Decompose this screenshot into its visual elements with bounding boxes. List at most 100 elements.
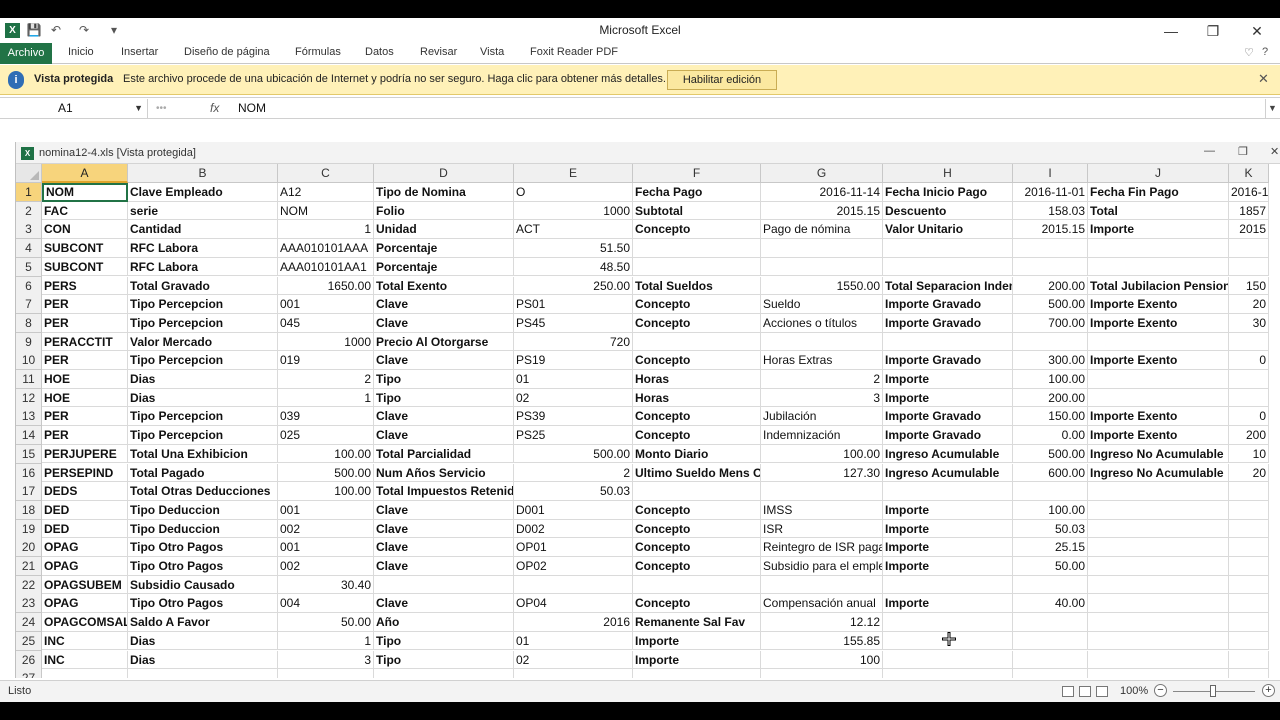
cell-k23[interactable] xyxy=(1229,594,1269,614)
close-icon[interactable]: ✕ xyxy=(1258,71,1269,87)
cell-j21[interactable] xyxy=(1088,557,1229,576)
cell-j8[interactable]: Importe Exento xyxy=(1088,313,1229,333)
cell-i10[interactable]: 300.00 xyxy=(1013,351,1088,370)
cell-a2[interactable]: FAC xyxy=(42,201,128,221)
cell-j3[interactable]: Importe xyxy=(1088,220,1229,240)
cell-a7[interactable]: PER xyxy=(42,295,128,314)
cell-d27[interactable] xyxy=(374,669,514,678)
cell-c6[interactable]: 1650.00 xyxy=(278,276,374,296)
cell-e18[interactable]: D001 xyxy=(514,500,633,520)
cell-c21[interactable]: 002 xyxy=(278,557,374,576)
cell-i18[interactable]: 100.00 xyxy=(1013,500,1088,520)
cell-k13[interactable]: 0 xyxy=(1229,407,1269,427)
close-icon[interactable]: ✕ xyxy=(1242,21,1272,41)
cell-k3[interactable]: 2015 xyxy=(1229,220,1269,240)
cell-d18[interactable]: Clave xyxy=(374,500,514,520)
cell-e27[interactable] xyxy=(514,669,633,678)
cell-a5[interactable]: SUBCONT xyxy=(42,257,128,277)
cell-e22[interactable] xyxy=(514,575,633,595)
fx-icon[interactable]: fx xyxy=(210,99,219,118)
cell-f23[interactable]: Concepto xyxy=(633,594,761,614)
help-icon[interactable]: ? xyxy=(1262,46,1268,58)
cell-k9[interactable] xyxy=(1229,332,1269,352)
cell-f15[interactable]: Monto Diario xyxy=(633,444,761,464)
cell-b4[interactable]: RFC Labora xyxy=(128,239,278,258)
cell-c5[interactable]: AAA010101AA1 xyxy=(278,257,374,277)
tab-datos[interactable]: Datos xyxy=(365,46,394,58)
cell-c16[interactable]: 500.00 xyxy=(278,463,374,483)
cell-c14[interactable]: 025 xyxy=(278,426,374,445)
row-header[interactable]: 21 xyxy=(16,557,42,576)
cell-j27[interactable] xyxy=(1088,669,1229,678)
cell-i1[interactable]: 2016-11-01 xyxy=(1013,183,1088,202)
normal-view-icon[interactable] xyxy=(1062,686,1074,697)
cell-d23[interactable]: Clave xyxy=(374,594,514,614)
cell-e5[interactable]: 48.50 xyxy=(514,257,633,277)
cell-e10[interactable]: PS19 xyxy=(514,351,633,370)
cell-j24[interactable] xyxy=(1088,613,1229,632)
cell-c17[interactable]: 100.00 xyxy=(278,482,374,501)
cell-i2[interactable]: 158.03 xyxy=(1013,201,1088,221)
cell-h18[interactable]: Importe xyxy=(883,500,1013,520)
cell-j14[interactable]: Importe Exento xyxy=(1088,426,1229,445)
cell-d25[interactable]: Tipo xyxy=(374,631,514,651)
cell-g26[interactable]: 100 xyxy=(761,650,883,670)
cell-e3[interactable]: ACT xyxy=(514,220,633,240)
cell-k20[interactable] xyxy=(1229,538,1269,557)
zoom-level[interactable]: 100% xyxy=(1120,685,1148,697)
cell-f22[interactable] xyxy=(633,575,761,595)
row-header[interactable]: 18 xyxy=(16,500,42,520)
cell-g9[interactable] xyxy=(761,332,883,352)
cell-b16[interactable]: Total Pagado xyxy=(128,463,278,483)
cell-a12[interactable]: HOE xyxy=(42,388,128,408)
column-header-e[interactable]: E xyxy=(514,164,633,183)
cell-j12[interactable] xyxy=(1088,388,1229,408)
row-header[interactable]: 6 xyxy=(16,276,42,296)
cell-g1[interactable]: 2016-11-14 xyxy=(761,183,883,202)
cell-e21[interactable]: OP02 xyxy=(514,557,633,576)
cell-d9[interactable]: Precio Al Otorgarse xyxy=(374,332,514,352)
cell-f8[interactable]: Concepto xyxy=(633,313,761,333)
cell-b18[interactable]: Tipo Deduccion xyxy=(128,500,278,520)
cell-i8[interactable]: 700.00 xyxy=(1013,313,1088,333)
cell-a19[interactable]: DED xyxy=(42,519,128,539)
cell-c24[interactable]: 50.00 xyxy=(278,613,374,632)
row-header[interactable]: 2 xyxy=(16,201,42,221)
column-header-b[interactable]: B xyxy=(128,164,278,183)
cell-d8[interactable]: Clave xyxy=(374,313,514,333)
cell-b8[interactable]: Tipo Percepcion xyxy=(128,313,278,333)
cell-f10[interactable]: Concepto xyxy=(633,351,761,370)
cell-i21[interactable]: 50.00 xyxy=(1013,557,1088,576)
cell-f2[interactable]: Subtotal xyxy=(633,201,761,221)
cell-d6[interactable]: Total Exento xyxy=(374,276,514,296)
cell-f19[interactable]: Concepto xyxy=(633,519,761,539)
cell-j16[interactable]: Ingreso No Acumulable xyxy=(1088,463,1229,483)
cell-e15[interactable]: 500.00 xyxy=(514,444,633,464)
row-header[interactable]: 1 xyxy=(16,183,42,202)
cell-b13[interactable]: Tipo Percepcion xyxy=(128,407,278,427)
cell-k10[interactable]: 0 xyxy=(1229,351,1269,370)
row-header[interactable]: 3 xyxy=(16,220,42,240)
cell-i26[interactable] xyxy=(1013,650,1088,670)
cell-f1[interactable]: Fecha Pago xyxy=(633,183,761,202)
cell-d21[interactable]: Clave xyxy=(374,557,514,576)
cell-f3[interactable]: Concepto xyxy=(633,220,761,240)
chevron-down-icon[interactable]: ▼ xyxy=(134,99,143,118)
cell-c22[interactable]: 30.40 xyxy=(278,575,374,595)
cell-j1[interactable]: Fecha Fin Pago xyxy=(1088,183,1229,202)
cell-d14[interactable]: Clave xyxy=(374,426,514,445)
name-box[interactable]: A1 ▼ xyxy=(2,99,148,118)
cell-h7[interactable]: Importe Gravado xyxy=(883,295,1013,314)
cell-c4[interactable]: AAA010101AAA xyxy=(278,239,374,258)
cell-j5[interactable] xyxy=(1088,257,1229,277)
cell-i16[interactable]: 600.00 xyxy=(1013,463,1088,483)
cell-a22[interactable]: OPAGSUBEM xyxy=(42,575,128,595)
cell-g17[interactable] xyxy=(761,482,883,501)
cell-k21[interactable] xyxy=(1229,557,1269,576)
cell-g22[interactable] xyxy=(761,575,883,595)
cell-e16[interactable]: 2 xyxy=(514,463,633,483)
column-header-k[interactable]: K xyxy=(1229,164,1269,183)
row-header[interactable]: 10 xyxy=(16,351,42,371)
cell-h10[interactable]: Importe Gravado xyxy=(883,351,1013,370)
cell-a17[interactable]: DEDS xyxy=(42,482,128,501)
